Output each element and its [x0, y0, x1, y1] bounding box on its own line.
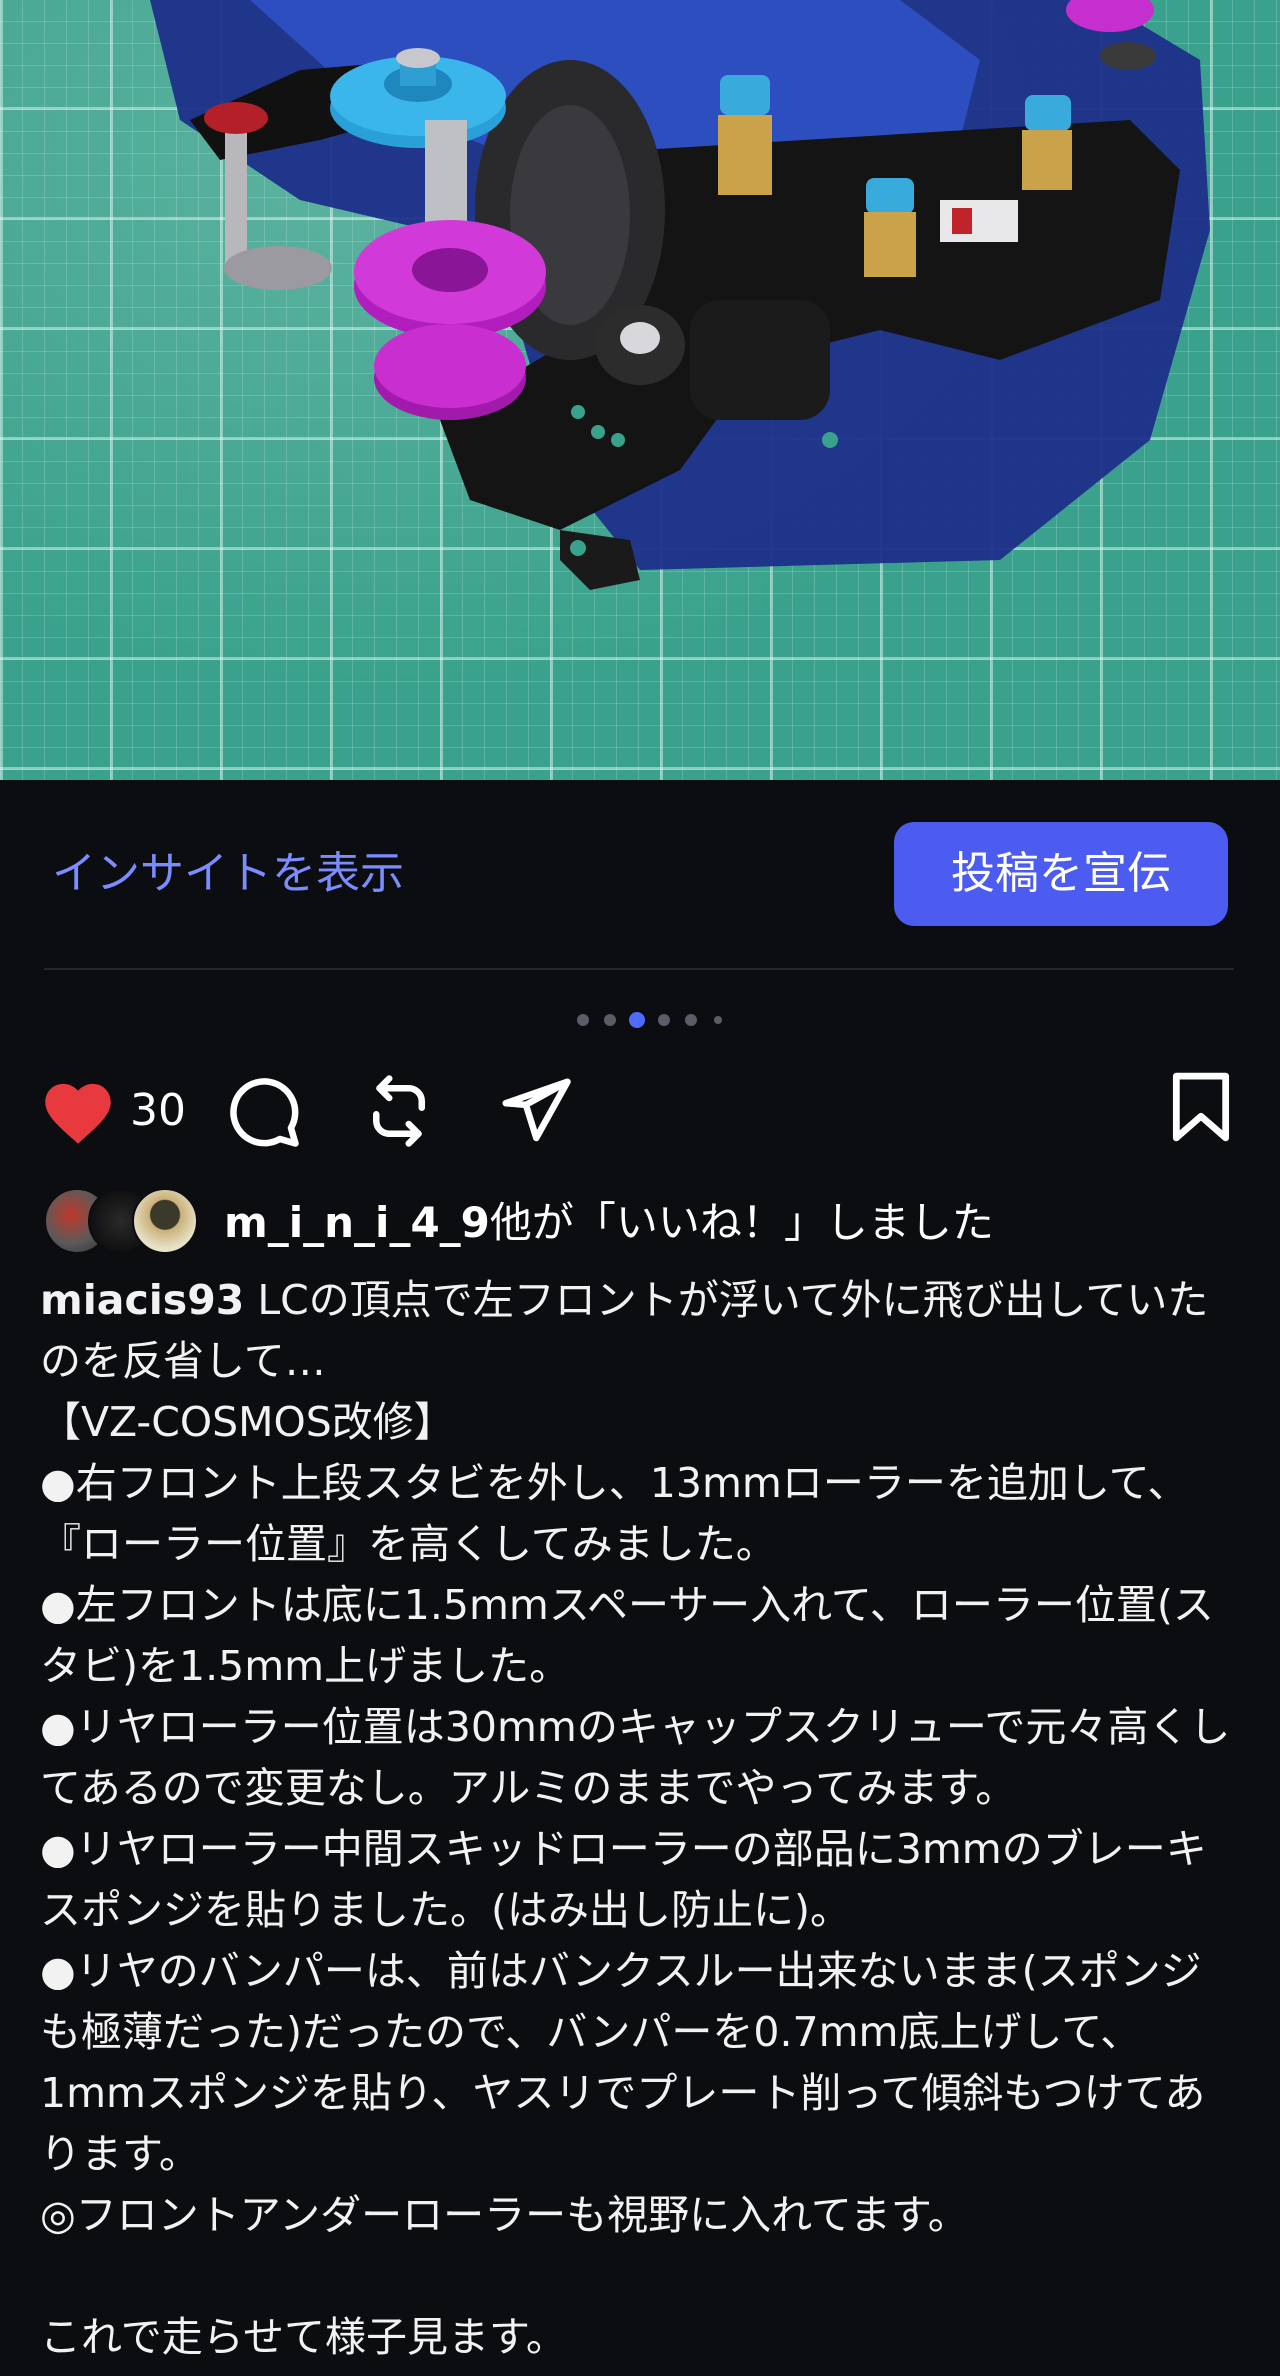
post-caption: miacis93 LCの頂点で左フロントが浮いて外に飛び出していたのを反省して……: [40, 1270, 1240, 2368]
caption-line: 【VZ-COSMOS改修】: [40, 1398, 455, 1446]
heart-filled-icon[interactable]: [38, 1074, 118, 1150]
send-icon[interactable]: [494, 1072, 576, 1154]
liker-username[interactable]: m_i_n_i_4_9: [224, 1198, 490, 1247]
carousel-dot: [577, 1014, 589, 1026]
carousel-dot: [658, 1014, 670, 1026]
caption-line: ●右フロント上段スタビを外し、13mmローラーを追加して、『ローラー位置』を高く…: [40, 1459, 1189, 1568]
caption-line: ●リヤのバンパーは、前はバンクスルー出来ないまま(スポンジも極薄だった)だったの…: [40, 1947, 1206, 2178]
carousel-indicator: [0, 1010, 1280, 1030]
view-insights-link[interactable]: インサイトを表示: [52, 848, 404, 900]
like-count[interactable]: 30: [130, 1084, 186, 1138]
caption-blank-line: [40, 2246, 1240, 2307]
promote-post-button[interactable]: 投稿を宣伝: [894, 822, 1228, 926]
caption-username[interactable]: miacis93: [40, 1276, 244, 1324]
comment-icon[interactable]: [224, 1072, 302, 1154]
caption-line: ●リヤローラー中間スキッドローラーの部品に3mmのブレーキスポンジを貼りました。…: [40, 1825, 1207, 1934]
avatar: [132, 1188, 198, 1254]
carousel-dot-active: [629, 1012, 645, 1028]
carousel-dot: [604, 1014, 616, 1026]
divider: [44, 968, 1234, 970]
liked-by-text[interactable]: m_i_n_i_4_9他が「いいね！」しました: [224, 1196, 994, 1250]
repost-icon[interactable]: [360, 1072, 438, 1154]
caption-line: ◎フロントアンダーローラーも視野に入れてます。: [40, 2191, 969, 2239]
caption-line: ●左フロントは底に1.5mmスペーサー入れて、ローラー位置(スタビ)を1.5mm…: [40, 1581, 1214, 1690]
post-photo[interactable]: [0, 0, 1280, 780]
caption-first-line: miacis93 LCの頂点で左フロントが浮いて外に飛び出していたのを反省して…: [40, 1270, 1240, 1392]
liked-by-suffix: 他が「いいね！」しました: [489, 1198, 994, 1247]
caption-line: ●リヤローラー位置は30mmのキャップスクリューで元々高くしてあるので変更なし。…: [40, 1703, 1231, 1812]
bookmark-icon[interactable]: [1168, 1070, 1234, 1148]
carousel-dot: [685, 1014, 697, 1026]
photo-mini4wd-illustration: [150, 0, 1210, 590]
liker-avatars[interactable]: [44, 1188, 204, 1254]
caption-line: これで走らせて様子見ます。: [40, 2313, 567, 2361]
carousel-dot: [714, 1016, 722, 1024]
